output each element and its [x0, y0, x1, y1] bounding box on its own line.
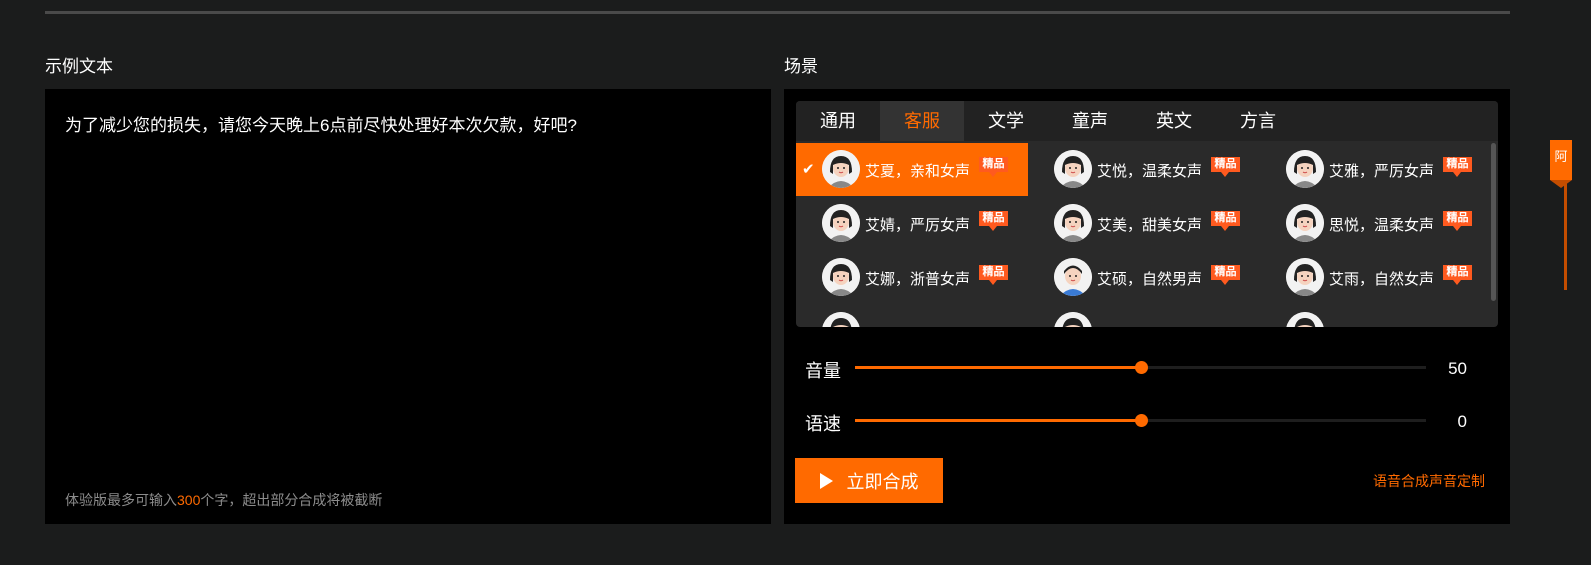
- scene-panel: 通用 客服 文学 童声 英文 方言 ✔ 艾夏，亲和女声 精品 艾悦，温柔女声 精品 艾雅，严厉女声精…: [784, 89, 1510, 524]
- volume-fill: [855, 366, 1141, 369]
- tab-1[interactable]: 客服: [880, 101, 964, 141]
- voice-name: 艾雨，自然女声: [1329, 271, 1435, 288]
- scene-tabs: 通用 客服 文学 童声 英文 方言: [796, 101, 1498, 141]
- premium-badge: 精品: [1211, 157, 1240, 177]
- hint-number: 300: [177, 492, 201, 508]
- premium-badge: 精品: [1443, 157, 1472, 177]
- voice-name: 艾婧，严厉女声: [865, 217, 971, 234]
- voice-name: 艾美，甜美女声: [1097, 217, 1203, 234]
- voice-customization-link[interactable]: 语音合成声音定制: [1373, 471, 1485, 491]
- voice-name: 艾娜，浙普女声: [865, 271, 971, 288]
- voice-option[interactable]: [796, 305, 1028, 327]
- female-avatar-icon: [1286, 150, 1324, 188]
- voice-option[interactable]: 艾婧，严厉女声 精品: [796, 197, 1028, 250]
- check-icon: ✔: [802, 161, 815, 178]
- speed-value: 0: [1457, 412, 1467, 431]
- female-avatar-icon: [822, 150, 860, 188]
- premium-badge: 精品: [979, 211, 1008, 231]
- char-limit-hint: 体验版最多可输入300个字，超出部分合成将被截断: [65, 490, 382, 510]
- hint-suffix: 个字，超出部分合成将被截断: [200, 492, 383, 508]
- female-avatar-icon: [1054, 312, 1092, 327]
- speed-fill: [855, 419, 1141, 422]
- voice-option[interactable]: 艾娜，浙普女声 精品: [796, 251, 1028, 304]
- female-avatar-icon: [822, 258, 860, 296]
- voice-option[interactable]: 艾美，甜美女声 精品: [1028, 197, 1260, 250]
- scene-selector: 通用 客服 文学 童声 英文 方言 ✔ 艾夏，亲和女声 精品 艾悦，温柔女声 精品 艾雅，严厉女声精…: [796, 101, 1498, 327]
- premium-badge: 精品: [1443, 265, 1472, 285]
- voice-option[interactable]: [1028, 305, 1260, 327]
- voice-name: 艾悦，温柔女声: [1097, 163, 1203, 180]
- female-avatar-icon: [1286, 312, 1324, 327]
- tab-3[interactable]: 童声: [1048, 101, 1132, 141]
- speed-label: 语速: [805, 414, 841, 434]
- voice-name: 艾夏，亲和女声: [865, 163, 971, 180]
- scene-title: 场景: [784, 57, 818, 76]
- top-divider: [45, 11, 1510, 14]
- tab-4[interactable]: 英文: [1132, 101, 1216, 141]
- voice-name: 艾雅，严厉女声: [1329, 163, 1435, 180]
- sample-text-panel[interactable]: 为了减少您的损失，请您今天晚上6点前尽快处理好本次欠款，好吧? 体验版最多可输入…: [45, 89, 771, 524]
- female-avatar-icon: [1054, 150, 1092, 188]
- speed-thumb[interactable]: [1134, 414, 1148, 427]
- voice-option[interactable]: 艾悦，温柔女声 精品: [1028, 143, 1260, 196]
- volume-label: 音量: [805, 361, 841, 381]
- male-avatar-icon: [1054, 258, 1092, 296]
- side-tab-label: 阿: [1554, 149, 1568, 164]
- premium-badge: 精品: [1211, 211, 1240, 231]
- sample-text-title: 示例文本: [45, 57, 113, 76]
- speed-slider[interactable]: [855, 414, 1426, 427]
- voice-option[interactable]: 艾雨，自然女声 精品: [1260, 251, 1489, 304]
- premium-badge: 精品: [979, 157, 1008, 177]
- speed-row: 语速 0: [805, 406, 1485, 436]
- premium-badge: 精品: [979, 265, 1008, 285]
- voice-option[interactable]: 思悦，温柔女声 精品: [1260, 197, 1489, 250]
- female-avatar-icon: [822, 204, 860, 242]
- volume-value: 50: [1448, 359, 1467, 378]
- tab-5[interactable]: 方言: [1216, 101, 1300, 141]
- female-avatar-icon: [822, 312, 860, 327]
- premium-badge: 精品: [1211, 265, 1240, 285]
- voice-name: 思悦，温柔女声: [1329, 217, 1435, 234]
- synthesize-button[interactable]: 立即合成: [795, 458, 943, 503]
- play-icon: [819, 472, 833, 489]
- sample-text[interactable]: 为了减少您的损失，请您今天晚上6点前尽快处理好本次欠款，好吧?: [65, 111, 577, 136]
- voice-option[interactable]: 艾雅，严厉女声 精品: [1260, 143, 1489, 196]
- voice-list: ✔ 艾夏，亲和女声 精品 艾悦，温柔女声 精品 艾雅，严厉女声 精品 艾婧，严厉女声 精品 艾美，…: [796, 143, 1489, 327]
- tab-0[interactable]: 通用: [796, 101, 880, 141]
- voice-name: 艾硕，自然男声: [1097, 271, 1203, 288]
- female-avatar-icon: [1054, 204, 1092, 242]
- voice-list-scrollbar[interactable]: [1491, 143, 1496, 301]
- hint-prefix: 体验版最多可输入: [65, 492, 177, 508]
- volume-thumb[interactable]: [1134, 361, 1148, 374]
- female-avatar-icon: [1286, 204, 1324, 242]
- synthesize-label: 立即合成: [846, 471, 919, 492]
- voice-option[interactable]: [1260, 305, 1489, 327]
- voice-option[interactable]: ✔ 艾夏，亲和女声 精品: [796, 143, 1028, 196]
- volume-row: 音量 50: [805, 353, 1485, 383]
- side-float-tab[interactable]: 阿: [1550, 140, 1572, 188]
- premium-badge: 精品: [1443, 211, 1472, 231]
- volume-slider[interactable]: [855, 361, 1426, 374]
- female-avatar-icon: [1286, 258, 1324, 296]
- tab-2[interactable]: 文学: [964, 101, 1048, 141]
- voice-option[interactable]: 艾硕，自然男声 精品: [1028, 251, 1260, 304]
